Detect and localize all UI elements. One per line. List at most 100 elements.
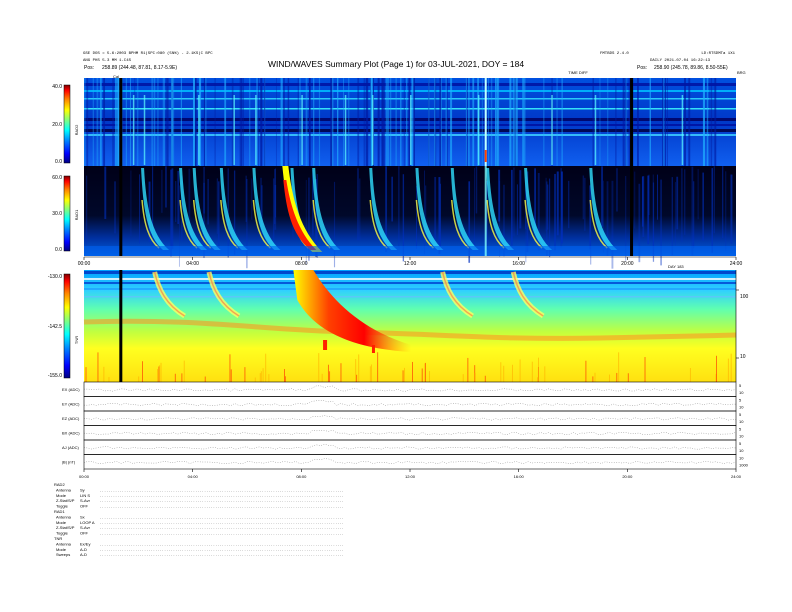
tnr-spike xyxy=(358,354,360,382)
line-panel-frame xyxy=(83,439,737,455)
rad2-streak xyxy=(214,78,216,166)
tnr-spike xyxy=(500,362,502,382)
rad2-streak xyxy=(466,78,468,166)
rad1-streak xyxy=(519,170,522,229)
page-title: WIND/WAVES Summary Plot (Page 1) for 03-… xyxy=(268,59,524,69)
line-panel-frame xyxy=(83,396,737,412)
rad1-tick-mid: 30.0 xyxy=(52,211,62,217)
rad1-streak xyxy=(648,174,650,216)
rad2-event xyxy=(233,95,235,165)
line-panel-right-tick: 10 xyxy=(739,456,744,461)
tnr-band xyxy=(84,288,736,290)
rad2-streak xyxy=(556,78,558,166)
line-panel-label: EY (ADC) xyxy=(62,402,80,407)
rad1-black-line xyxy=(630,166,634,256)
status-row-label: Mode xyxy=(56,547,67,552)
status-row-value: S-Avr xyxy=(80,525,91,530)
rad2-streak xyxy=(472,78,475,166)
rad1-streak xyxy=(681,168,683,243)
rad2-event xyxy=(594,95,597,165)
rad2-streak xyxy=(715,78,717,166)
tnr-tick-mid: -142.5 xyxy=(48,324,62,330)
bottom-axis-label: 04:00 xyxy=(188,474,199,479)
rad1-streak xyxy=(671,177,674,256)
rad1-streak xyxy=(568,180,570,229)
rad2-streak xyxy=(481,78,483,166)
rad2-streak xyxy=(117,78,119,166)
tnr-spike xyxy=(429,371,431,382)
status-row-value: Sx xyxy=(80,514,85,519)
rad1-streak xyxy=(711,168,713,253)
tnr-spike xyxy=(340,363,342,382)
rad2-streak xyxy=(151,78,154,166)
rad2-streak xyxy=(357,78,360,166)
line-panel-trace xyxy=(83,400,737,406)
rad1-streak xyxy=(85,175,88,245)
rad1-streak xyxy=(702,172,705,241)
rad1-tick-top: 60.0 xyxy=(52,175,62,181)
rad1-streak xyxy=(438,177,441,254)
rad2-streak xyxy=(487,78,489,166)
tnr-spike xyxy=(142,361,143,382)
line-panel-label: |B| (nT) xyxy=(62,460,76,465)
tnr-spike xyxy=(421,368,423,382)
line-panel-label: EZ (ADC) xyxy=(62,416,80,421)
rad2-streak xyxy=(513,78,516,166)
tnr-spike xyxy=(103,366,105,382)
tnr-spike xyxy=(503,365,505,382)
rad2-streak xyxy=(615,78,617,166)
status-group-title: RAD1 xyxy=(54,509,65,514)
rad2-streak xyxy=(166,78,170,166)
rad2-streak xyxy=(622,78,625,166)
rad2-streak xyxy=(387,78,390,166)
tnr-spike xyxy=(204,376,206,382)
tnr-spike xyxy=(254,377,256,382)
rad2-streak xyxy=(283,78,285,166)
rad1-streak xyxy=(161,169,163,213)
status-row-value: A-D xyxy=(80,547,87,552)
rad1-streak xyxy=(357,168,359,241)
tnr-spike xyxy=(329,371,331,382)
day-label: DAY 183 xyxy=(668,264,684,269)
rad2-event xyxy=(143,95,146,165)
status-row-dots: . . . . . . . . . . . . . . . . . . . . … xyxy=(100,552,343,557)
status-row-label: Toggle xyxy=(56,504,69,509)
tnr-spike xyxy=(318,353,320,382)
mid-axis-label: 20:00 xyxy=(621,261,634,267)
tnr-spike xyxy=(183,360,185,382)
status-row-dots: . . . . . . . . . . . . . . . . . . . . … xyxy=(100,504,343,509)
header-right-line2: DAILY 2021-07-04 16:22:13 xyxy=(650,59,711,63)
tnr-spike xyxy=(157,368,158,382)
rad1-streak xyxy=(114,181,116,234)
rad2-streak xyxy=(137,78,139,166)
rad2-streak xyxy=(194,78,197,166)
rad1-streak xyxy=(423,170,425,255)
header-sub-center: TIME DIFF xyxy=(568,70,588,75)
rad2-streak xyxy=(343,78,345,166)
tnr-spike xyxy=(412,361,413,382)
rad1-streak xyxy=(499,180,501,257)
rad2-streak xyxy=(318,78,321,166)
mid-axis-label: 04:00 xyxy=(186,261,199,267)
tnr-band xyxy=(84,296,736,298)
rad1-streak xyxy=(398,166,400,248)
tnr-spike xyxy=(727,358,729,382)
rad2-streak xyxy=(496,78,499,166)
rad1-tick-bottom: 0.0 xyxy=(55,247,62,253)
line-panel-trace xyxy=(83,429,737,435)
tnr-spike xyxy=(108,377,110,382)
rad1-low-band xyxy=(84,246,736,256)
tnr-red-spot xyxy=(323,340,328,350)
line-panel-right-tick: 10 xyxy=(739,419,744,424)
bottom-axis-label: 00:00 xyxy=(79,474,90,479)
rad2-streak xyxy=(313,78,315,166)
tnr-right-tick-100: 100 xyxy=(740,294,749,300)
rad2-streak xyxy=(411,78,414,166)
rad1-label: RAD1 xyxy=(74,209,79,220)
status-row-label: Mode xyxy=(56,493,67,498)
line-panel-right-tick: 5 xyxy=(739,398,742,403)
status-row-dots: . . . . . . . . . . . . . . . . . . . . … xyxy=(100,498,343,503)
rad1-streak xyxy=(177,170,179,224)
rad1-streak xyxy=(713,166,715,234)
rad2-marks xyxy=(84,78,736,168)
